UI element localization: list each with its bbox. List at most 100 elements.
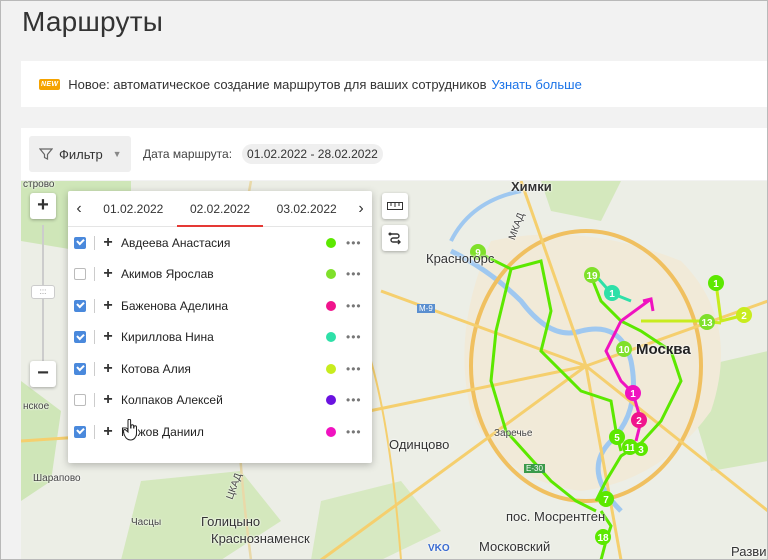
employee-name: Колпаков Алексей <box>121 393 223 408</box>
employee-color-dot[interactable] <box>326 300 336 311</box>
employee-row[interactable]: + Котова Алия ••• <box>68 353 372 385</box>
expand-plus-icon[interactable]: + <box>101 360 115 378</box>
employee-color-dot[interactable] <box>326 395 336 406</box>
employee-row[interactable]: + Кириллова Нина ••• <box>68 322 372 354</box>
employee-color-dot[interactable] <box>326 426 336 437</box>
filter-button[interactable]: Фильтр ▼ <box>29 136 131 172</box>
banner-text: Новое: автоматическое создание маршрутов… <box>68 76 487 92</box>
employee-checkbox[interactable] <box>74 331 86 344</box>
map-label-krasnogorsk: Красногорс <box>426 251 495 266</box>
zoom-slider-handle[interactable]: ::: <box>31 285 55 299</box>
employee-checkbox[interactable] <box>74 299 86 312</box>
employee-color-dot[interactable] <box>326 332 336 343</box>
more-options-icon[interactable]: ••• <box>346 236 364 250</box>
svg-text:1: 1 <box>609 289 615 300</box>
employee-row[interactable]: + Рыжов Даниил ••• <box>68 416 372 448</box>
employee-name: Котова Алия <box>121 361 191 376</box>
divider <box>94 235 95 250</box>
expand-plus-icon[interactable]: + <box>101 297 115 315</box>
map-label-zarechye: Заречье <box>494 428 533 439</box>
zoom-out-button[interactable]: − <box>30 361 56 387</box>
svg-text:18: 18 <box>597 533 609 544</box>
funnel-icon <box>39 148 53 160</box>
date-tab-1[interactable]: 01.02.2022 <box>90 191 177 227</box>
more-options-icon[interactable]: ••• <box>346 267 364 281</box>
employee-panel: ‹ 01.02.2022 02.02.2022 03.02.2022 › + А… <box>68 191 372 463</box>
map-label-krasnoznamensk: Краснознаменск <box>211 531 310 546</box>
ruler-button[interactable] <box>382 193 408 219</box>
employee-name: Авдеева Анастасия <box>121 235 231 250</box>
more-options-icon[interactable]: ••• <box>346 330 364 344</box>
ruler-icon <box>387 202 403 210</box>
employee-row[interactable]: + Колпаков Алексей ••• <box>68 385 372 417</box>
map-label-moskovsky: Московский <box>479 539 551 554</box>
map-label-vko: VKO <box>428 543 450 554</box>
map-label-mosrentgen: пос. Мосрентген <box>506 509 606 524</box>
map-label-moscow: Москва <box>636 341 691 358</box>
employee-color-dot[interactable] <box>326 237 336 248</box>
more-options-icon[interactable]: ••• <box>346 362 364 376</box>
employee-row[interactable]: + Акимов Ярослав ••• <box>68 259 372 291</box>
employee-row[interactable]: + Авдеева Анастасия ••• <box>68 227 372 259</box>
chevron-down-icon: ▼ <box>112 149 122 159</box>
zoom-control: + ::: − <box>30 193 56 403</box>
date-tab-3[interactable]: 03.02.2022 <box>263 191 350 227</box>
map-label-strovo: строво <box>23 181 55 190</box>
employee-checkbox[interactable] <box>74 268 86 281</box>
date-tab-2[interactable]: 02.02.2022 <box>176 191 264 227</box>
filter-label: Фильтр <box>59 146 103 162</box>
zoom-in-button[interactable]: + <box>30 193 56 219</box>
employee-checkbox[interactable] <box>74 362 86 375</box>
date-navigation: ‹ 01.02.2022 02.02.2022 03.02.2022 › <box>68 191 372 227</box>
svg-text:5: 5 <box>614 433 620 444</box>
expand-plus-icon[interactable]: + <box>101 328 115 346</box>
employee-color-dot[interactable] <box>326 269 336 280</box>
route-date-label: Дата маршрута: <box>143 147 233 161</box>
more-options-icon[interactable]: ••• <box>346 393 364 407</box>
next-date-arrow-icon[interactable]: › <box>350 200 372 218</box>
svg-text:10: 10 <box>618 345 630 356</box>
employee-checkbox[interactable] <box>74 394 86 407</box>
svg-text:2: 2 <box>741 311 747 322</box>
svg-text:7: 7 <box>603 495 609 506</box>
news-banner: NEW Новое: автоматическое создание маршр… <box>21 61 768 107</box>
svg-text:1: 1 <box>630 389 636 400</box>
toolbar: Фильтр ▼ Дата маршрута: 01.02.2022 - 28.… <box>21 128 768 180</box>
map-view[interactable]: 9 19 1 1 13 2 10 1 2 5 11 3 7 18 Химки К… <box>21 181 768 560</box>
employee-checkbox[interactable] <box>74 236 86 249</box>
map-label-m9: М-9 <box>417 304 435 313</box>
page-title: Маршруты <box>22 6 164 37</box>
expand-plus-icon[interactable]: + <box>101 423 115 441</box>
new-badge: NEW <box>39 78 61 90</box>
expand-plus-icon[interactable]: + <box>101 234 115 252</box>
more-options-icon[interactable]: ••• <box>346 299 364 313</box>
divider <box>94 298 95 313</box>
date-range-chip[interactable]: 01.02.2022 - 28.02.2022 <box>242 144 383 164</box>
map-label-razvi: Разви <box>731 544 767 559</box>
map-label-e30: Е-30 <box>524 464 545 473</box>
prev-date-arrow-icon[interactable]: ‹ <box>68 200 90 218</box>
more-options-icon[interactable]: ••• <box>346 425 364 439</box>
employee-name: Кириллова Нина <box>121 330 214 345</box>
employee-row[interactable]: + Баженова Аделина ••• <box>68 290 372 322</box>
svg-text:1: 1 <box>713 279 719 290</box>
map-label-sharapovo: Шарапово <box>33 473 81 484</box>
employee-name: Рыжов Даниил <box>121 424 204 439</box>
learn-more-link[interactable]: Узнать больше <box>491 77 581 92</box>
route-button[interactable] <box>382 225 408 251</box>
employee-name: Акимов Ярослав <box>121 267 214 282</box>
svg-text:19: 19 <box>586 271 598 282</box>
employee-color-dot[interactable] <box>326 363 336 374</box>
svg-text:3: 3 <box>638 445 644 456</box>
divider <box>94 267 95 282</box>
employee-checkbox[interactable] <box>74 425 86 438</box>
svg-text:2: 2 <box>636 416 642 427</box>
expand-plus-icon[interactable]: + <box>101 391 115 409</box>
divider <box>94 393 95 408</box>
map-label-chasy: Часцы <box>131 517 162 528</box>
map-label-khimki: Химки <box>511 181 552 194</box>
svg-text:13: 13 <box>701 318 713 329</box>
expand-plus-icon[interactable]: + <box>101 265 115 283</box>
map-label-golitsyno: Голицыно <box>201 514 261 529</box>
employee-list: + Авдеева Анастасия ••• + Акимов Ярослав… <box>68 227 372 448</box>
